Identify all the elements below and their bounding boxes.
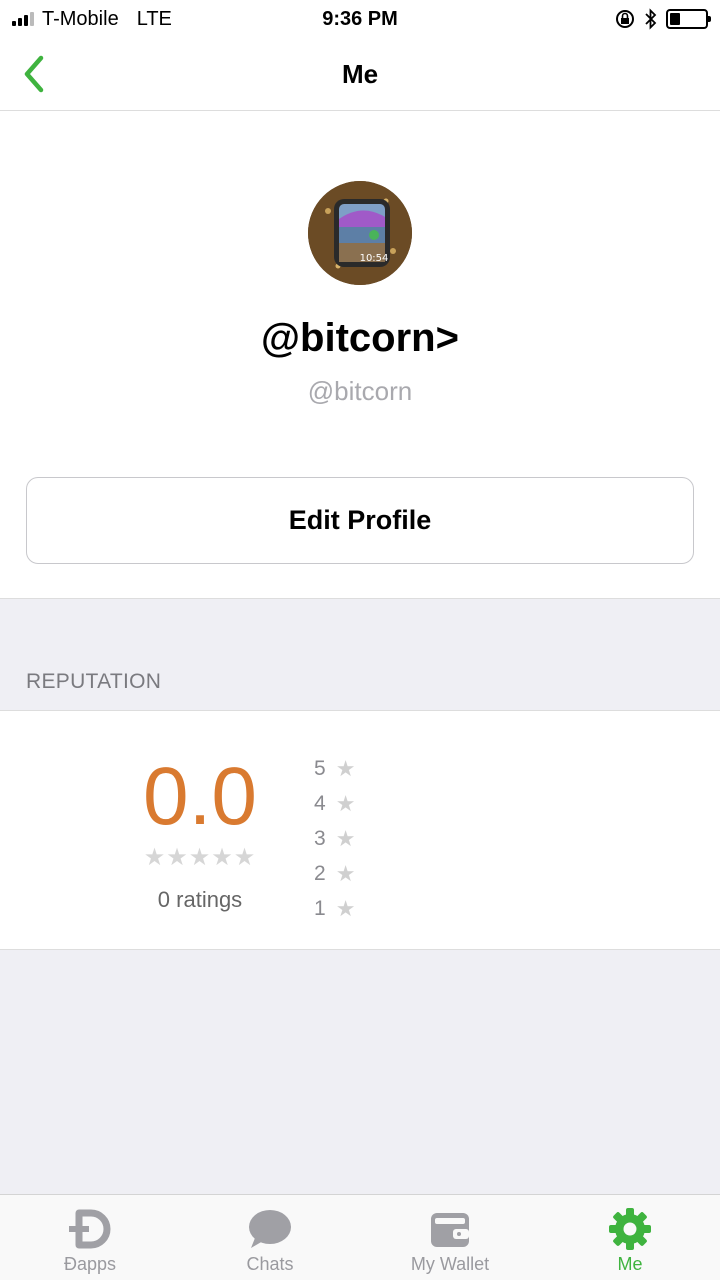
status-left: T-Mobile LTE <box>12 8 172 31</box>
rating-row-label: 2 <box>314 861 326 885</box>
avatar-image: 10:54 <box>308 181 412 285</box>
star-icon: ★ <box>335 860 356 886</box>
star-icon: ★ <box>335 755 356 781</box>
reputation-score: 0.0 <box>143 751 257 842</box>
ratings-count: 0 ratings <box>157 887 243 912</box>
chevron-left-icon <box>24 55 44 93</box>
dapps-icon <box>67 1207 113 1251</box>
bluetooth-icon <box>645 8 657 30</box>
rating-stars: ★★★★★ <box>143 844 257 871</box>
carrier-label: T-Mobile <box>42 7 119 30</box>
edit-profile-button[interactable]: Edit Profile <box>26 477 694 564</box>
tab-label: Me <box>617 1254 643 1274</box>
wallet-icon <box>427 1207 473 1251</box>
page-title: Me <box>341 58 379 89</box>
profile-section: 10:54 @bitcorn> @bitcorn Edit Profile <box>0 111 720 599</box>
signal-strength-icon <box>12 12 34 26</box>
rating-row-3: 3 ★ <box>314 821 355 856</box>
tab-me[interactable]: Me <box>540 1195 720 1280</box>
star-icon: ★ <box>335 895 356 921</box>
tab-label: Chats <box>246 1254 294 1274</box>
rating-row-2: 2 ★ <box>314 856 355 891</box>
username: @bitcorn <box>307 376 413 406</box>
svg-text:10:54: 10:54 <box>360 253 389 264</box>
rating-row-label: 5 <box>314 756 326 780</box>
reputation-section: 0.0 ★★★★★ 0 ratings 5 ★ 4 ★ 3 ★ 2 ★ 1 ★ <box>0 710 720 950</box>
status-bar: T-Mobile LTE 9:36 PM <box>0 0 720 38</box>
rating-row-label: 3 <box>314 826 326 850</box>
network-label: LTE <box>136 7 172 30</box>
star-icon: ★ <box>335 790 356 816</box>
tab-label: My Wallet <box>410 1254 490 1274</box>
tab-chats[interactable]: Chats <box>180 1195 360 1280</box>
reputation-section-title: REPUTATION <box>26 670 162 693</box>
rating-row-label: 4 <box>314 791 326 815</box>
orientation-lock-icon <box>616 10 634 28</box>
battery-icon <box>666 9 711 29</box>
display-name[interactable]: @bitcorn> <box>0 316 720 361</box>
star-icon: ★ <box>335 825 356 851</box>
gear-icon <box>607 1207 653 1251</box>
chat-bubble-icon <box>247 1207 293 1251</box>
rating-row-4: 4 ★ <box>314 786 355 821</box>
status-right <box>614 8 711 30</box>
avatar[interactable]: 10:54 <box>308 181 412 285</box>
tab-label: Ðapps <box>63 1254 117 1274</box>
tab-wallet[interactable]: My Wallet <box>360 1195 540 1280</box>
rating-row-5: 5 ★ <box>314 751 355 786</box>
rating-row-1: 1 ★ <box>314 891 355 926</box>
tab-dapps[interactable]: Ðapps <box>0 1195 180 1280</box>
battery-fill <box>670 13 681 25</box>
rating-row-label: 1 <box>314 896 326 920</box>
rating-breakdown: 5 ★ 4 ★ 3 ★ 2 ★ 1 ★ <box>314 751 355 926</box>
back-button[interactable] <box>14 52 54 96</box>
navigation-bar: Me <box>0 38 720 111</box>
tab-bar: Ðapps Chats My Wallet Me <box>0 1194 720 1280</box>
